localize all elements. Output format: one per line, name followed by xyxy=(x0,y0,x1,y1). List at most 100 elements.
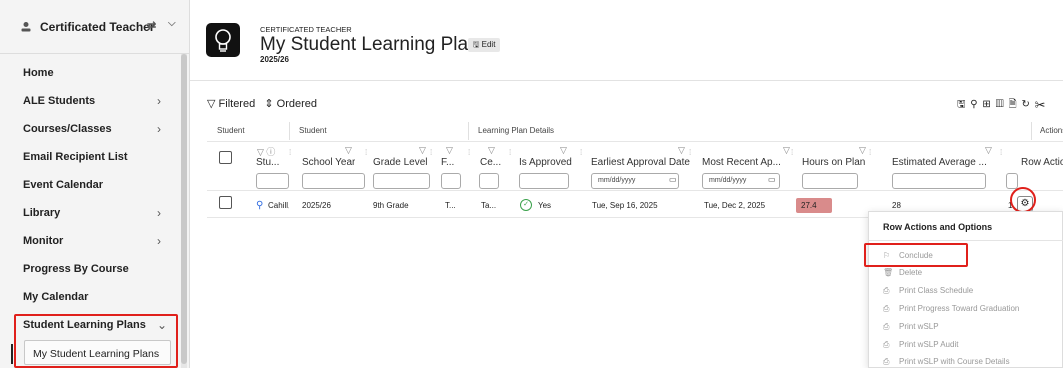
column-header-f[interactable]: F... xyxy=(441,157,454,168)
sidebar-item-home[interactable]: Home xyxy=(0,59,182,87)
col-separator xyxy=(1031,122,1032,140)
sidebar-item-ale-students[interactable]: ALE Students › xyxy=(0,87,182,115)
sidebar-item-label: Courses/Classes xyxy=(23,123,112,135)
earliest-date-filter-input[interactable]: mm/dd/yyyy ▭ xyxy=(591,173,679,189)
recent-date-filter-input[interactable]: mm/dd/yyyy ▭ xyxy=(702,173,780,189)
column-header-student[interactable]: Stu... xyxy=(256,157,286,168)
cell-grade-level: 9th Grade xyxy=(373,201,409,210)
ce-filter-input[interactable] xyxy=(479,173,499,189)
filter-icon[interactable]: ▽ xyxy=(678,145,685,156)
row-actions-filter-input[interactable] xyxy=(1006,173,1018,189)
page-title: My Student Learning Plans xyxy=(260,34,489,55)
switch-role-icon[interactable]: ⇄ xyxy=(147,19,156,32)
sidebar-item-library[interactable]: Library › xyxy=(0,199,182,227)
chevron-right-icon: › xyxy=(157,206,161,220)
column-resize-handle[interactable]: ⁞ xyxy=(1000,148,1002,157)
cell-est-avg: 28 xyxy=(892,201,901,210)
cell-hours-badge: 27.4 xyxy=(796,198,832,213)
menu-item-print-class-schedule[interactable]: ⎙ Print Class Schedule xyxy=(883,286,973,296)
column-header-earliest-approval[interactable]: Earliest Approval Date xyxy=(591,157,690,168)
column-header-ce[interactable]: Ce... xyxy=(480,157,501,168)
header-divider xyxy=(190,80,1063,81)
app-root: Certificated Teacher ⇄ ⌵ Home ALE Studen… xyxy=(0,0,1063,368)
column-resize-handle[interactable]: ⁞ xyxy=(509,148,511,157)
hours-filter-input[interactable] xyxy=(802,173,858,189)
filter-icon[interactable]: ▽ xyxy=(859,145,866,156)
search-icon[interactable]: ⚲ xyxy=(256,200,263,211)
sidebar-item-my-calendar[interactable]: My Calendar xyxy=(0,283,182,311)
menu-item-label: Print Progress Toward Graduation xyxy=(899,304,1020,313)
select-all-checkbox[interactable] xyxy=(219,151,232,164)
menu-item-print-wslp-details[interactable]: ⎙ Print wSLP with Course Details xyxy=(883,357,1010,367)
sidebar-item-monitor[interactable]: Monitor › xyxy=(0,227,182,255)
edit-button[interactable]: 🖫 Edit xyxy=(468,38,500,52)
printer-icon: ⎙ xyxy=(883,357,890,366)
column-resize-handle[interactable]: ⁞ xyxy=(468,148,470,157)
menu-divider xyxy=(868,240,1063,241)
filter-icon[interactable]: ▽ xyxy=(345,145,352,156)
filter-order-bar: ▽ Filtered ⇕ Ordered xyxy=(207,97,317,110)
filter-icon[interactable]: ▽ xyxy=(783,145,790,156)
sidebar-item-label: Event Calendar xyxy=(23,179,104,191)
sidebar-item-progress-by-course[interactable]: Progress By Course xyxy=(0,255,182,283)
menu-item-print-wslp-audit[interactable]: ⎙ Print wSLP Audit xyxy=(883,340,958,350)
grade-level-filter-input[interactable] xyxy=(373,173,430,189)
printer-icon: ⎙ xyxy=(883,340,890,349)
menu-item-print-progress[interactable]: ⎙ Print Progress Toward Graduation xyxy=(883,304,1019,314)
ordered-toggle[interactable]: Ordered xyxy=(277,98,317,110)
is-approved-filter-input[interactable] xyxy=(519,173,569,189)
filter-icon[interactable]: ▽ xyxy=(488,145,495,156)
col-separator xyxy=(468,122,469,140)
f-filter-input[interactable] xyxy=(441,173,461,189)
filter-icon[interactable]: ▽ xyxy=(207,98,215,110)
calendar-icon[interactable]: ▭ xyxy=(768,175,776,184)
student-filter-input[interactable] xyxy=(256,173,289,189)
cell-student[interactable]: Cahill, ( xyxy=(268,201,289,210)
sidebar-item-email-recipient-list[interactable]: Email Recipient List xyxy=(0,143,182,171)
menu-item-print-wslp[interactable]: ⎙ Print wSLP xyxy=(883,322,939,332)
highlight-circle xyxy=(1010,187,1036,213)
filter-icon[interactable]: ▽ xyxy=(446,145,453,156)
column-header-row-actions[interactable]: Row Actions xyxy=(1021,157,1063,168)
column-header-grade-level[interactable]: Grade Level xyxy=(373,157,427,168)
column-resize-handle[interactable]: ⁞ xyxy=(580,148,582,157)
highlight-box xyxy=(864,243,968,267)
cell-earliest-approval: Tue, Sep 16, 2025 xyxy=(592,201,658,210)
menu-item-delete[interactable]: 🗑 Delete xyxy=(883,268,922,277)
checkmark-circle-icon: ✓ xyxy=(520,199,532,211)
chevron-down-icon[interactable]: ⌵ xyxy=(168,18,176,29)
column-header-school-year[interactable]: School Year xyxy=(302,157,355,168)
column-header-is-approved[interactable]: Is Approved xyxy=(519,157,572,168)
sidebar-item-event-calendar[interactable]: Event Calendar xyxy=(0,171,182,199)
school-year-filter-input[interactable] xyxy=(302,173,365,189)
sidebar-scrollbar-thumb[interactable] xyxy=(181,54,187,364)
est-avg-filter-input[interactable] xyxy=(892,173,986,189)
column-resize-handle[interactable]: ⁞ xyxy=(791,148,793,157)
column-resize-handle[interactable]: ⁞ xyxy=(430,148,432,157)
chevron-right-icon: › xyxy=(157,94,161,108)
row-checkbox[interactable] xyxy=(219,196,232,209)
column-header-most-recent[interactable]: Most Recent Ap... xyxy=(702,157,781,168)
column-resize-handle[interactable]: ⁞ xyxy=(289,148,291,157)
filter-icon[interactable]: ▽ xyxy=(419,145,426,156)
cell-ce: Ta... xyxy=(481,201,497,210)
column-resize-handle[interactable]: ⁞ xyxy=(689,148,691,157)
sort-icon[interactable]: ⇕ xyxy=(264,98,273,110)
column-resize-handle[interactable]: ⁞ xyxy=(869,148,871,157)
calendar-icon[interactable]: ▭ xyxy=(669,175,677,184)
group-header-student: Student xyxy=(217,126,245,135)
col-separator xyxy=(289,122,290,140)
column-header-hours[interactable]: Hours on Plan xyxy=(802,157,865,168)
filter-icon[interactable]: ▽ xyxy=(985,145,992,156)
role-switcher[interactable]: Certificated Teacher ⇄ ⌵ xyxy=(0,0,190,54)
filter-icon[interactable]: ▽ xyxy=(560,145,567,156)
group-header-learning-plan: Learning Plan Details xyxy=(478,126,555,135)
trash-icon: 🗑 xyxy=(883,268,894,277)
column-header-est-avg[interactable]: Estimated Average ... xyxy=(892,157,987,168)
sidebar-item-courses-classes[interactable]: Courses/Classes › xyxy=(0,115,182,143)
column-resize-handle[interactable]: ⁞ xyxy=(365,148,367,157)
sidebar-item-label: Email Recipient List xyxy=(23,151,128,163)
grid-tools-icons[interactable]: 🖫 ⚲ ⊞ ▥ 🗎 ↻ ✂ xyxy=(957,97,1046,114)
sidebar-item-label: Monitor xyxy=(23,235,64,247)
filtered-toggle[interactable]: Filtered xyxy=(219,98,256,110)
